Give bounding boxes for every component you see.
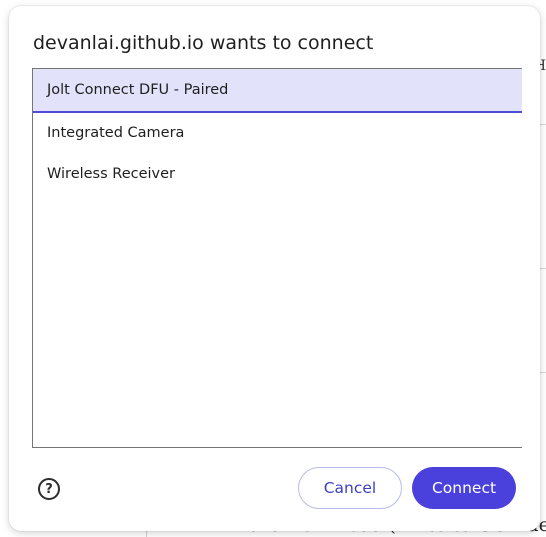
device-item-integrated-camera[interactable]: Integrated Camera xyxy=(33,113,522,154)
connect-button-label: Connect xyxy=(431,479,497,497)
help-icon[interactable]: ? xyxy=(38,478,60,500)
device-chooser-dialog: devanlai.github.io wants to connect Jolt… xyxy=(9,6,540,531)
device-item-label: Integrated Camera xyxy=(47,125,185,142)
device-item-jolt-connect-dfu[interactable]: Jolt Connect DFU - Paired xyxy=(33,69,522,113)
dialog-title: devanlai.github.io wants to connect xyxy=(33,32,374,54)
device-list[interactable]: Jolt Connect DFU - Paired Integrated Cam… xyxy=(32,68,522,448)
device-item-wireless-receiver[interactable]: Wireless Receiver xyxy=(33,154,522,195)
help-icon-glyph: ? xyxy=(45,481,53,497)
cancel-button[interactable]: Cancel xyxy=(298,467,402,509)
connect-button[interactable]: Connect xyxy=(412,467,516,509)
device-item-label: Wireless Receiver xyxy=(47,165,176,182)
screen: H Firmware Download (write to USB devi d… xyxy=(0,0,546,537)
device-item-label: Jolt Connect DFU - Paired xyxy=(47,82,229,98)
cancel-button-label: Cancel xyxy=(323,479,377,497)
